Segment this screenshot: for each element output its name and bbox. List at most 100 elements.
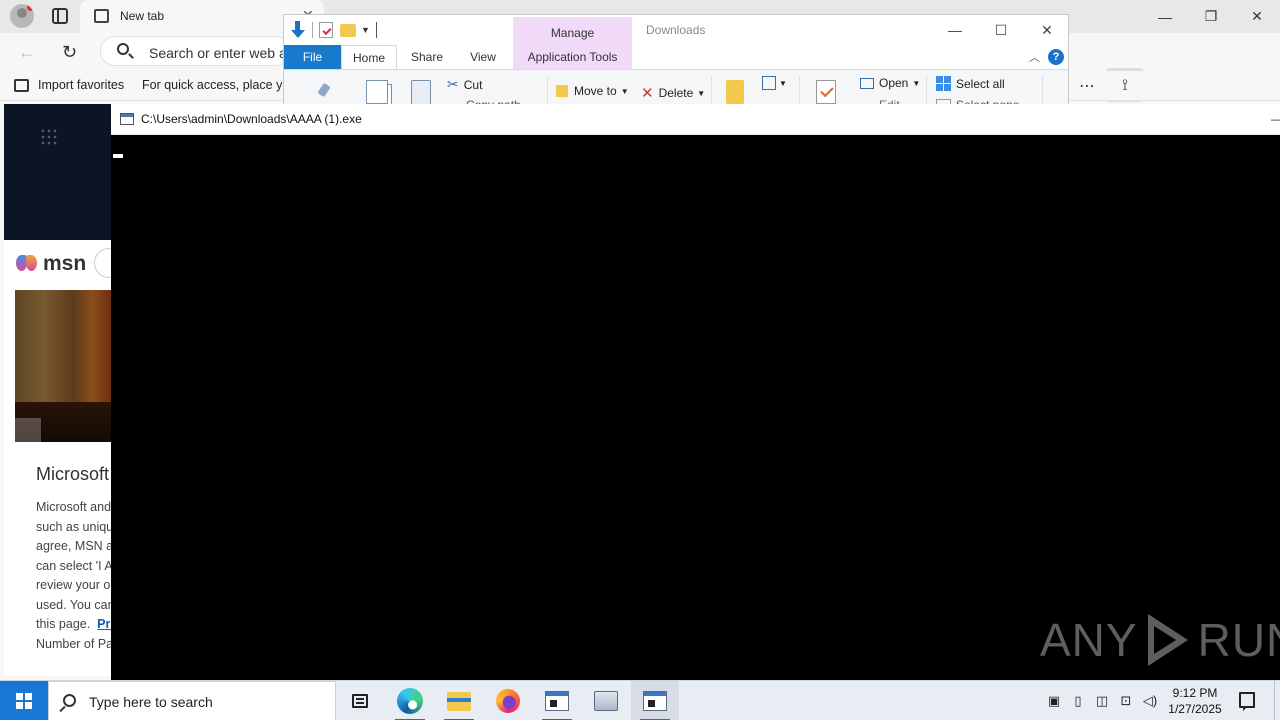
new-tab-page-icon <box>94 9 109 23</box>
consent-line: Microsoft and our third-party vendors us… <box>36 500 112 514</box>
msn-header-background <box>4 104 112 240</box>
consent-line: agree, MSN and Microsoft Bing will perso… <box>36 539 112 553</box>
task-view-button[interactable] <box>336 681 384 720</box>
taskbar-search-placeholder: Type here to search <box>89 694 213 710</box>
start-button[interactable] <box>0 681 48 720</box>
network-device-icon[interactable]: ▣ <box>1042 693 1066 709</box>
restore-button[interactable]: ❐ <box>1188 0 1234 33</box>
properties-button[interactable] <box>816 80 836 104</box>
file-explorer-window: ▼ Manage Downloads — ☐ ✕ File Home Share… <box>283 14 1069 106</box>
edge-icon <box>397 688 423 714</box>
pin-icon[interactable]: ⟟ <box>1106 77 1144 95</box>
tab-view[interactable]: View <box>458 45 508 69</box>
wifi-icon[interactable]: ⊡ <box>1114 693 1138 709</box>
new-folder-icon[interactable] <box>340 23 356 37</box>
delete-x-icon: ✕ <box>641 85 654 102</box>
tab-file[interactable]: File <box>284 45 341 69</box>
move-to-label: Move to <box>574 84 617 98</box>
tab-actions-icon[interactable] <box>52 8 68 24</box>
open-label: Open <box>879 76 909 90</box>
more-icon[interactable]: ⋯ <box>1068 76 1106 96</box>
close-button[interactable]: ✕ <box>1024 15 1068 45</box>
msn-logo-text: msn <box>43 252 87 275</box>
play-logo-icon <box>1142 610 1194 670</box>
explorer-titlebar: ▼ Manage Downloads — ☐ ✕ <box>284 15 1068 73</box>
taskbar-console[interactable] <box>533 681 581 720</box>
tab-share[interactable]: Share <box>402 45 452 69</box>
refresh-icon[interactable]: ↻ <box>62 42 77 63</box>
show-desktop-button[interactable] <box>1274 681 1280 720</box>
ribbon-separator <box>711 76 712 105</box>
collapse-ribbon-icon[interactable]: ︿ <box>1029 49 1040 65</box>
ribbon-home: ✂ Cut Copy path Move to ▼ ✕ Delete ▼ ▼ Open ▼… <box>284 69 1068 105</box>
paste-button[interactable] <box>411 80 431 105</box>
copy-to-button[interactable]: ▼ <box>762 76 787 90</box>
windows-logo-icon <box>16 693 32 709</box>
copy-icon <box>366 80 388 104</box>
taskbar-firefox[interactable] <box>484 681 532 720</box>
notification-center-icon[interactable] <box>1239 692 1255 711</box>
consent-line: such as unique IDs to deliver, maintain … <box>36 519 112 534</box>
console-window: C:\Users\admin\Downloads\AAAA (1).exe — <box>111 104 1280 680</box>
msn-logo[interactable]: msn <box>16 252 86 276</box>
select-all-button[interactable]: Select all <box>936 76 1005 91</box>
clock-time: 9:12 PM <box>1172 686 1218 700</box>
search-icon <box>63 694 76 707</box>
cut-button[interactable]: ✂ Cut <box>447 76 482 93</box>
taskbar-file-explorer[interactable] <box>435 681 483 720</box>
tab-home[interactable]: Home <box>341 45 397 69</box>
consent-line-text: this page. <box>36 617 91 631</box>
properties-icon[interactable] <box>319 22 333 38</box>
delete-button[interactable]: ✕ Delete ▼ <box>641 84 705 102</box>
copy-to-icon <box>762 76 776 90</box>
meet-icon[interactable]: ◫ <box>1090 693 1114 709</box>
select-all-label: Select all <box>956 76 1005 91</box>
maximize-button[interactable]: ☐ <box>978 15 1024 45</box>
console-output[interactable] <box>111 135 1280 680</box>
taskbar-search-box[interactable]: Type here to search <box>48 681 336 720</box>
privacy-statement-link[interactable]: Privacy Statement <box>97 617 112 631</box>
open-button[interactable]: Open ▼ <box>860 76 920 90</box>
console-app-icon <box>545 691 569 711</box>
minimize-button[interactable]: — <box>1271 112 1280 126</box>
minimize-button[interactable]: — <box>1142 0 1188 33</box>
consent-hero-image <box>15 290 112 442</box>
qat-dropdown-icon[interactable]: ▼ <box>361 25 370 35</box>
taskbar-this-pc[interactable] <box>582 681 630 720</box>
favorites-hint-text: For quick access, place your favorites h… <box>142 78 284 92</box>
anyrun-watermark: ANY RUN <box>1040 608 1280 672</box>
usb-icon[interactable]: ▯ <box>1066 693 1090 709</box>
address-bar[interactable]: Search or enter web address <box>100 36 290 66</box>
apps-grid-icon[interactable] <box>40 128 58 146</box>
text-cursor <box>113 154 123 158</box>
qat-divider <box>375 22 377 38</box>
taskbar-console-active[interactable] <box>631 681 679 720</box>
new-folder-button[interactable] <box>726 80 744 104</box>
import-favorites-link[interactable]: Import favorites <box>38 78 124 92</box>
favorites-right-actions: ⋯ ⟟ <box>1068 71 1144 101</box>
move-to-button[interactable]: Move to ▼ <box>556 84 629 98</box>
chevron-down-icon: ▼ <box>620 86 629 96</box>
consent-line: Number of Partners (vendors): 837. <box>36 636 112 651</box>
console-app-icon <box>120 113 134 125</box>
taskbar-clock[interactable]: 9:12 PM 1/27/2025 <box>1160 685 1230 717</box>
folder-icon <box>726 80 744 104</box>
taskbar-edge[interactable] <box>386 681 434 720</box>
carousel-prev-icon[interactable] <box>15 418 41 442</box>
volume-icon[interactable]: ◁) <box>1138 693 1162 709</box>
minimize-button[interactable]: — <box>932 15 978 45</box>
manage-label: Manage <box>550 26 595 40</box>
help-icon[interactable]: ? <box>1048 49 1064 65</box>
pin-to-quick-access-button[interactable] <box>314 84 332 104</box>
select-all-icon <box>936 76 951 91</box>
downloads-arrow-icon <box>290 21 306 39</box>
close-button[interactable]: ✕ <box>1234 0 1280 33</box>
taskbar: Type here to search ▣ ▯ ◫ ⊡ ◁) 9:12 PM 1… <box>0 680 1280 720</box>
consent-body: Microsoft and our third-party vendors us… <box>36 498 112 654</box>
copy-button[interactable] <box>366 80 388 104</box>
profile-avatar-icon[interactable] <box>10 4 34 28</box>
paste-icon <box>411 80 431 105</box>
back-arrow-icon[interactable]: ← <box>18 42 36 63</box>
tab-application-tools[interactable]: Application Tools <box>513 45 632 69</box>
consent-line: used. You can change your selection unde… <box>36 597 112 612</box>
